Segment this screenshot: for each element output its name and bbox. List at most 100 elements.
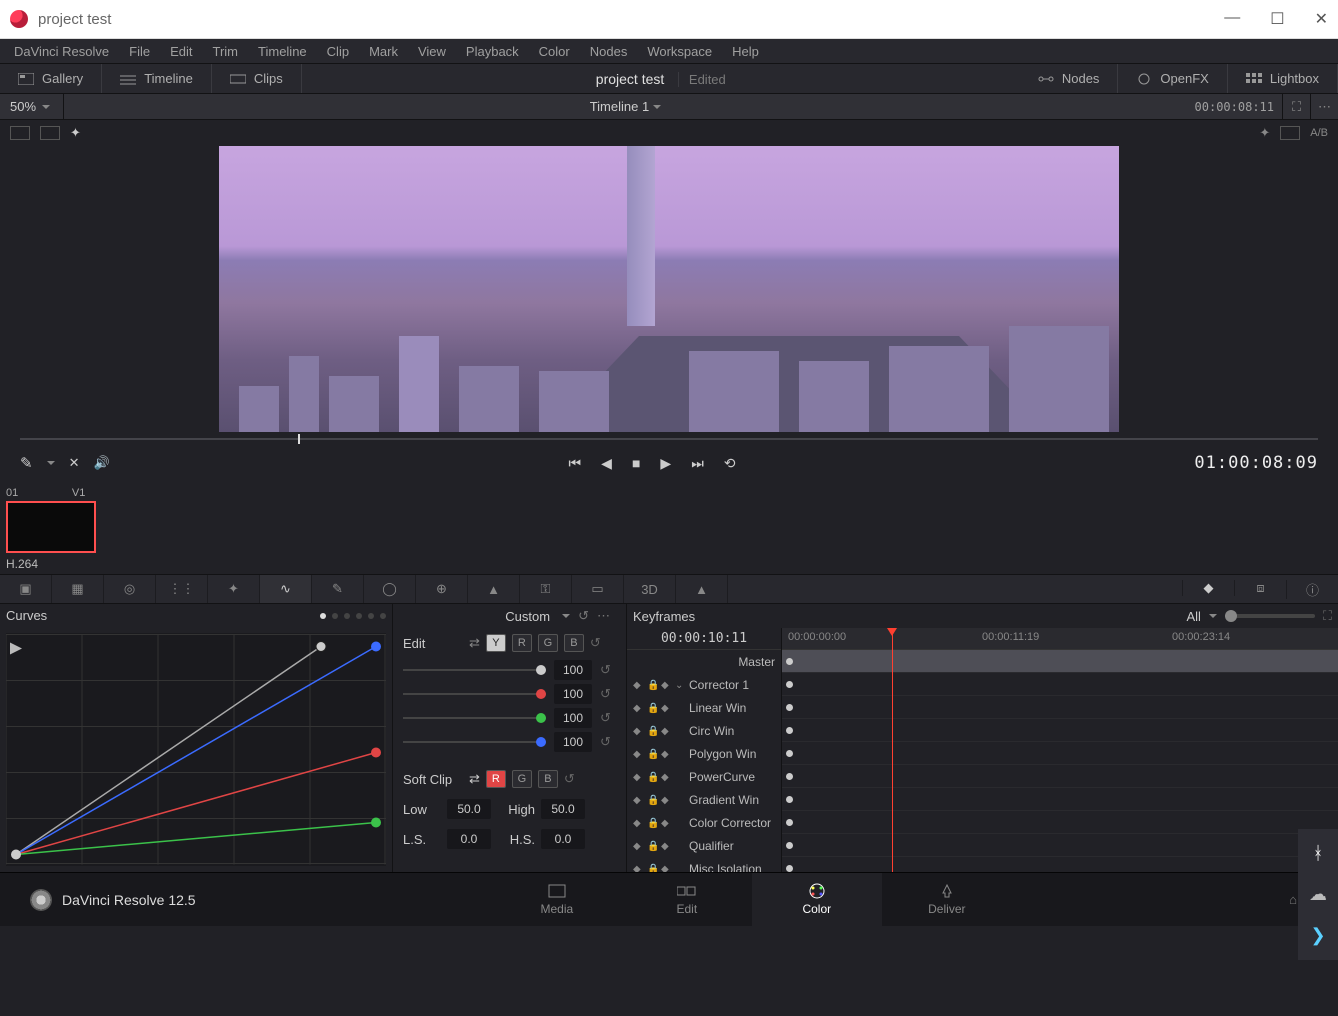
split-quad-button[interactable] bbox=[40, 126, 60, 140]
sizing-tab[interactable]: ▭ bbox=[572, 575, 624, 603]
keyframe-track-powercurve[interactable]: ◆🔒◆PowerCurve bbox=[627, 765, 781, 788]
key-tab[interactable]: ⚿ bbox=[520, 575, 572, 603]
stop-button[interactable]: ■ bbox=[632, 455, 640, 472]
keyframe-track-qualifier[interactable]: ◆🔒◆Qualifier bbox=[627, 834, 781, 857]
color-picker-icon[interactable]: ✎ bbox=[20, 454, 33, 472]
edit-page-tab[interactable]: Edit bbox=[622, 873, 752, 926]
window-tab[interactable]: ◯ bbox=[364, 575, 416, 603]
options-button[interactable]: ⋯ bbox=[1310, 94, 1338, 119]
openfx-button[interactable]: OpenFX bbox=[1118, 64, 1227, 93]
softclip-b-button[interactable]: B bbox=[538, 770, 558, 788]
timeline-button[interactable]: Timeline bbox=[102, 64, 212, 93]
keyframe-track-master[interactable]: Master bbox=[627, 650, 781, 673]
mute-icon[interactable]: 🔊 bbox=[93, 455, 109, 471]
menu-view[interactable]: View bbox=[408, 44, 456, 59]
keyframe-track-circwin[interactable]: ◆🔒◆Circ Win bbox=[627, 719, 781, 742]
channel-b-button[interactable]: B bbox=[564, 634, 584, 652]
keyframe-track-linearwin[interactable]: ◆🔒◆Linear Win bbox=[627, 696, 781, 719]
keyframe-track-polygonwin[interactable]: ◆🔒◆Polygon Win bbox=[627, 742, 781, 765]
keyframe-timecode[interactable]: 00:00:10:11 bbox=[627, 628, 781, 650]
log-wheels-tab[interactable]: ✦ bbox=[208, 575, 260, 603]
keyframe-playhead[interactable] bbox=[892, 628, 893, 872]
image-wipe-icon[interactable]: ✦ bbox=[1259, 125, 1270, 141]
data-burn-tab[interactable]: ▲ bbox=[676, 575, 728, 603]
high-value[interactable]: 50.0 bbox=[541, 799, 585, 819]
menu-mark[interactable]: Mark bbox=[359, 44, 408, 59]
unmix-icon[interactable]: ✕ bbox=[69, 455, 80, 471]
viewer[interactable] bbox=[0, 146, 1338, 432]
highlight-wand-icon[interactable]: ✦ bbox=[70, 125, 81, 141]
scrubber[interactable] bbox=[0, 432, 1338, 446]
channel-r-button[interactable]: R bbox=[512, 634, 532, 652]
menu-file[interactable]: File bbox=[119, 44, 160, 59]
play-button[interactable]: ▶ bbox=[660, 455, 671, 472]
keyframe-track-misc[interactable]: ◆🔒◆Misc Isolation bbox=[627, 857, 781, 872]
clips-button[interactable]: Clips bbox=[212, 64, 302, 93]
stereo-tab[interactable]: 3D bbox=[624, 575, 676, 603]
menu-edit[interactable]: Edit bbox=[160, 44, 202, 59]
chevron-down-icon[interactable] bbox=[562, 614, 570, 622]
expand-icon[interactable]: ⛶ bbox=[1323, 608, 1332, 624]
reset-icon[interactable]: ↺ bbox=[590, 635, 606, 651]
media-page-tab[interactable]: Media bbox=[492, 873, 622, 926]
keyframe-mode-icon[interactable]: ◆ bbox=[1182, 580, 1234, 596]
intensity-y-value[interactable]: 100 bbox=[554, 660, 592, 680]
color-match-tab[interactable]: ▦ bbox=[52, 575, 104, 603]
nodes-button[interactable]: Nodes bbox=[1020, 64, 1119, 93]
timeline-selector[interactable]: Timeline 1 bbox=[64, 99, 1187, 114]
intensity-b-value[interactable]: 100 bbox=[554, 732, 592, 752]
curves-tab[interactable]: ∿ bbox=[260, 575, 312, 603]
scopes-icon[interactable]: ⧈ bbox=[1234, 580, 1286, 596]
deliver-page-tab[interactable]: Deliver bbox=[882, 873, 1012, 926]
split-screen-button[interactable] bbox=[1280, 126, 1300, 140]
color-page-tab[interactable]: Color bbox=[752, 873, 882, 926]
hs-value[interactable]: 0.0 bbox=[541, 829, 585, 849]
record-timecode[interactable]: 00:00:08:11 bbox=[1187, 100, 1282, 114]
keyframe-track-gradientwin[interactable]: ◆🔒◆Gradient Win bbox=[627, 788, 781, 811]
menu-trim[interactable]: Trim bbox=[203, 44, 249, 59]
menu-clip[interactable]: Clip bbox=[317, 44, 359, 59]
channel-y-button[interactable]: Y bbox=[486, 634, 506, 652]
maximize-button[interactable]: ☐ bbox=[1270, 9, 1284, 29]
keyframe-track-colorcorrector[interactable]: ◆🔒◆Color Corrector bbox=[627, 811, 781, 834]
minimize-button[interactable]: — bbox=[1224, 9, 1240, 29]
clip-thumbnail[interactable] bbox=[6, 501, 96, 553]
primary-bars-tab[interactable]: ⋮⋮ bbox=[156, 575, 208, 603]
menu-workspace[interactable]: Workspace bbox=[637, 44, 722, 59]
ab-label[interactable]: A/B bbox=[1310, 127, 1328, 139]
reset-icon[interactable]: ↺ bbox=[600, 710, 616, 726]
chevron-down-icon[interactable] bbox=[47, 461, 55, 469]
reset-icon[interactable]: ↺ bbox=[600, 686, 616, 702]
info-icon[interactable]: ⓘ bbox=[1286, 580, 1338, 599]
menu-help[interactable]: Help bbox=[722, 44, 769, 59]
intensity-y-slider[interactable] bbox=[403, 669, 546, 671]
last-frame-button[interactable]: ⏭ bbox=[691, 455, 704, 472]
intensity-g-value[interactable]: 100 bbox=[554, 708, 592, 728]
source-timecode[interactable]: 01:00:08:09 bbox=[1194, 453, 1318, 473]
menu-playback[interactable]: Playback bbox=[456, 44, 529, 59]
prev-frame-button[interactable]: ◀ bbox=[601, 455, 612, 472]
softclip-g-button[interactable]: G bbox=[512, 770, 532, 788]
expand-viewer-button[interactable]: ⛶ bbox=[1282, 94, 1310, 119]
reset-icon[interactable]: ↺ bbox=[564, 771, 580, 787]
zoom-dropdown[interactable]: 50% bbox=[0, 94, 64, 119]
options-icon[interactable]: ⋯ bbox=[597, 608, 610, 624]
playhead-icon[interactable] bbox=[298, 434, 300, 444]
channel-g-button[interactable]: G bbox=[538, 634, 558, 652]
lightbox-button[interactable]: Lightbox bbox=[1228, 64, 1338, 93]
camera-raw-tab[interactable]: ▣ bbox=[0, 575, 52, 603]
intensity-r-slider[interactable] bbox=[403, 693, 546, 695]
reset-icon[interactable]: ↺ bbox=[600, 662, 616, 678]
reset-icon[interactable]: ↺ bbox=[600, 734, 616, 750]
cloud-icon[interactable]: ☁ bbox=[1309, 884, 1327, 905]
tracker-tab[interactable]: ⊕ bbox=[416, 575, 468, 603]
blur-tab[interactable]: ▲ bbox=[468, 575, 520, 603]
softclip-r-button[interactable]: R bbox=[486, 770, 506, 788]
link-icon[interactable]: ⇄ bbox=[469, 771, 480, 787]
curves-mode[interactable]: Custom bbox=[505, 609, 550, 624]
keyframe-zoom-slider[interactable] bbox=[1225, 614, 1315, 618]
qualifier-tab[interactable]: ✎ bbox=[312, 575, 364, 603]
chevron-down-icon[interactable] bbox=[1209, 614, 1217, 622]
keyframe-track-corrector1[interactable]: ◆🔒◆⌄Corrector 1 bbox=[627, 673, 781, 696]
color-wheels-tab[interactable]: ◎ bbox=[104, 575, 156, 603]
